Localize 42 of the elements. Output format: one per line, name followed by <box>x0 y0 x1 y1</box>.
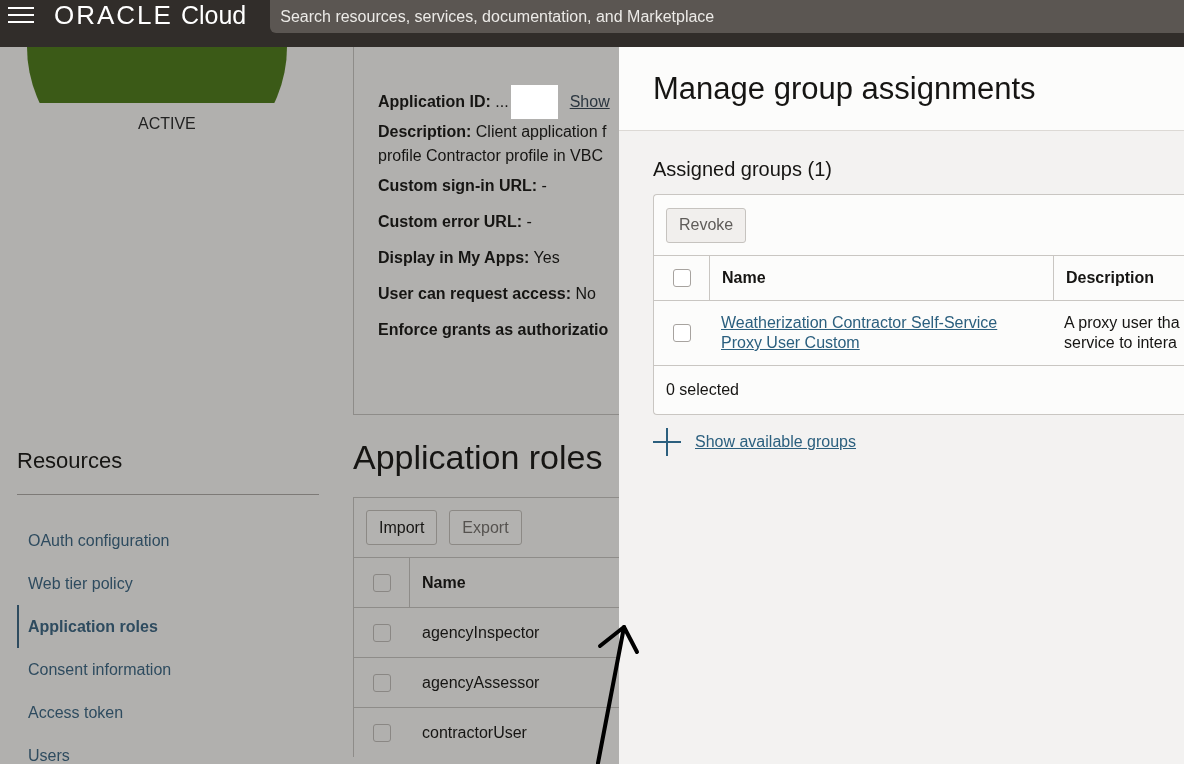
table-cell: A proxy user tha service to intera <box>1064 313 1180 353</box>
section-title: Resources <box>17 448 124 474</box>
checkbox[interactable] <box>372 573 391 592</box>
search-field[interactable]: Search resources, services, documentation, and Marketplace <box>270 0 1184 33</box>
checkbox[interactable] <box>372 623 391 642</box>
status-label: ACTIVE <box>138 115 197 133</box>
column-header: Name <box>421 572 466 593</box>
panel-title: Manage group assignments <box>653 70 1036 107</box>
column-header: Name <box>710 256 1054 300</box>
application-id: Application ID: ... <box>378 92 509 112</box>
sidebar-item[interactable]: Consent information <box>17 648 319 691</box>
group-link[interactable]: Weatherization Contractor Self-Service Proxy User Custom <box>721 313 1022 353</box>
table-cell-text: agencyInspector <box>421 622 540 643</box>
column-header: Description <box>1065 268 1155 288</box>
sidebar-item[interactable]: Users <box>17 734 319 764</box>
selection-count: 0 selected <box>666 381 739 399</box>
brand-logo[interactable]: ORACLE <box>54 1 173 29</box>
product-name: Cloud <box>180 1 247 29</box>
detail-field: Custom error URL: - <box>378 210 532 234</box>
checkbox[interactable] <box>672 269 691 287</box>
plus-icon[interactable] <box>653 428 681 456</box>
show-link[interactable]: Show <box>569 93 610 111</box>
detail-field: Display in My Apps: Yes <box>378 246 560 270</box>
detail-field: Enforce grants as authorizatio <box>378 318 609 342</box>
table-cell-text: agencyAssessor <box>421 672 540 693</box>
menu-icon[interactable] <box>8 7 34 23</box>
redaction-block <box>510 85 558 119</box>
toolbar-button[interactable]: Import <box>366 510 438 545</box>
detail-field: Custom sign-in URL: - <box>378 174 547 198</box>
sidebar-item[interactable]: Access token <box>17 691 319 734</box>
detail-field: User can request access: No <box>378 282 596 306</box>
sidebar-item[interactable]: OAuth configuration <box>17 519 319 562</box>
checkbox[interactable] <box>372 723 391 742</box>
section-title: Assigned groups (1) <box>653 158 833 181</box>
section-heading: Application roles <box>353 437 604 477</box>
show-available-groups-link[interactable]: Show available groups <box>695 432 856 452</box>
sidebar-item[interactable]: Web tier policy <box>17 562 319 605</box>
checkbox[interactable] <box>672 324 691 342</box>
checkbox[interactable] <box>372 673 391 692</box>
detail-field: Description: Client application f profile Contractor profile in VBC <box>378 120 607 168</box>
table-cell-text: contractorUser <box>421 722 527 743</box>
sidebar-item[interactable]: Application roles <box>17 605 319 648</box>
